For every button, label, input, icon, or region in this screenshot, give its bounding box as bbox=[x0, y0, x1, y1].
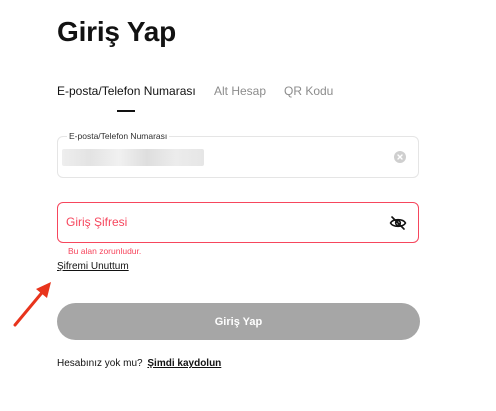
tab-email-phone[interactable]: E-posta/Telefon Numarası bbox=[57, 84, 196, 98]
login-submit-button[interactable]: Giriş Yap bbox=[57, 303, 420, 340]
email-field-value-blurred bbox=[62, 149, 204, 166]
signup-link[interactable]: Şimdi kaydolun bbox=[147, 358, 221, 369]
clear-circle-x-icon[interactable] bbox=[394, 151, 406, 163]
email-field[interactable]: E-posta/Telefon Numarası bbox=[57, 131, 419, 178]
red-arrow-annotation-icon bbox=[13, 282, 51, 327]
password-error-message: Bu alan zorunludur. bbox=[68, 246, 142, 256]
email-field-label: E-posta/Telefon Numarası bbox=[67, 131, 170, 141]
password-field-container bbox=[57, 202, 419, 243]
signup-prompt: Hesabınız yok mu? bbox=[57, 358, 143, 369]
eye-slash-icon[interactable] bbox=[389, 215, 407, 231]
forgot-password-link[interactable]: Şifremi Unuttum bbox=[57, 261, 129, 272]
tab-qr-code[interactable]: QR Kodu bbox=[284, 84, 333, 98]
password-input[interactable] bbox=[66, 215, 366, 229]
signup-row: Hesabınız yok mu? Şimdi kaydolun bbox=[57, 358, 221, 369]
page-title: Giriş Yap bbox=[57, 16, 177, 47]
tab-sub-account[interactable]: Alt Hesap bbox=[214, 84, 266, 98]
active-tab-indicator bbox=[117, 110, 135, 112]
